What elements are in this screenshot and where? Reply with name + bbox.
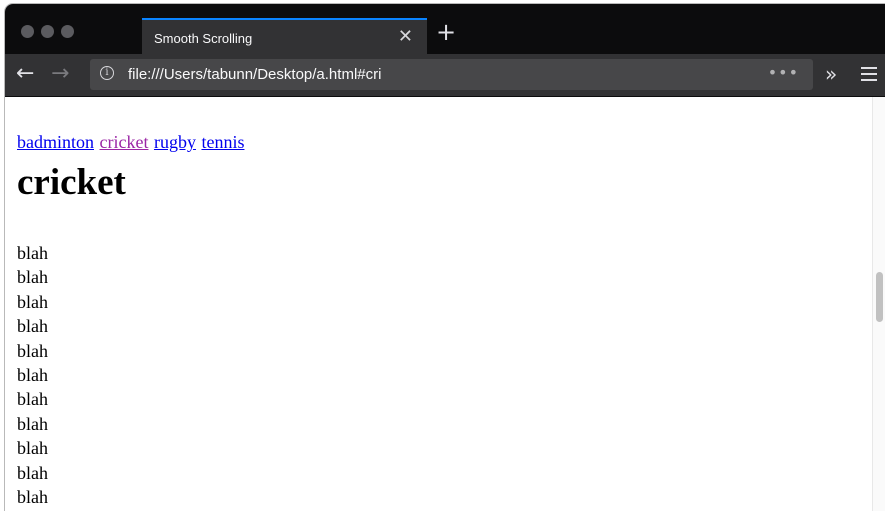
tab-title: Smooth Scrolling xyxy=(154,31,253,46)
text-line: blah xyxy=(17,316,48,337)
forward-arrow-icon[interactable]: → xyxy=(51,61,69,87)
url-text[interactable]: file:///Users/tabunn/Desktop/a.html#cri xyxy=(128,66,381,83)
text-line: blah xyxy=(17,243,48,263)
page-actions-icon[interactable]: ••• xyxy=(768,63,799,82)
text-line: blah xyxy=(17,462,48,483)
tab-close-icon[interactable]: ✕ xyxy=(398,26,413,46)
text-line: blah xyxy=(17,340,48,361)
text-line: blah xyxy=(17,438,48,459)
sport-links: badminton cricket rugby tennis xyxy=(17,132,245,153)
text-line: blah xyxy=(17,365,48,386)
hamburger-menu-icon[interactable] xyxy=(861,67,877,85)
text-line: blah xyxy=(17,267,48,288)
zoom-window-button[interactable] xyxy=(61,25,74,38)
section-heading: cricket xyxy=(17,162,126,203)
page-content: badminton cricket rugby tennis cricket b… xyxy=(5,97,873,511)
url-bar[interactable]: i file:///Users/tabunn/Desktop/a.html#cr… xyxy=(90,59,813,90)
vertical-scrollbar[interactable] xyxy=(872,97,885,511)
blah-lines: blah blah blah blah blah blah blah blah … xyxy=(17,241,48,511)
tab-smooth-scrolling[interactable]: Smooth Scrolling ✕ xyxy=(142,18,427,54)
link-tennis[interactable]: tennis xyxy=(201,132,244,152)
text-line: blah xyxy=(17,487,48,508)
title-bar: Smooth Scrolling ✕ + xyxy=(5,4,885,54)
navigation-toolbar: ← → i file:///Users/tabunn/Desktop/a.htm… xyxy=(5,54,885,97)
browser-window: Smooth Scrolling ✕ + ← → i file:///Users… xyxy=(5,4,885,511)
scrollbar-thumb[interactable] xyxy=(876,272,883,322)
minimize-window-button[interactable] xyxy=(41,25,54,38)
overflow-menu-icon[interactable]: » xyxy=(825,61,837,87)
text-line: blah xyxy=(17,389,48,410)
close-window-button[interactable] xyxy=(21,25,34,38)
text-line: blah xyxy=(17,413,48,434)
link-cricket[interactable]: cricket xyxy=(100,132,149,152)
new-tab-button[interactable]: + xyxy=(436,20,456,44)
link-rugby[interactable]: rugby xyxy=(154,132,196,152)
text-line: blah xyxy=(17,291,48,312)
back-arrow-icon[interactable]: ← xyxy=(16,61,34,87)
info-icon[interactable]: i xyxy=(100,66,114,80)
link-badminton[interactable]: badminton xyxy=(17,132,94,152)
